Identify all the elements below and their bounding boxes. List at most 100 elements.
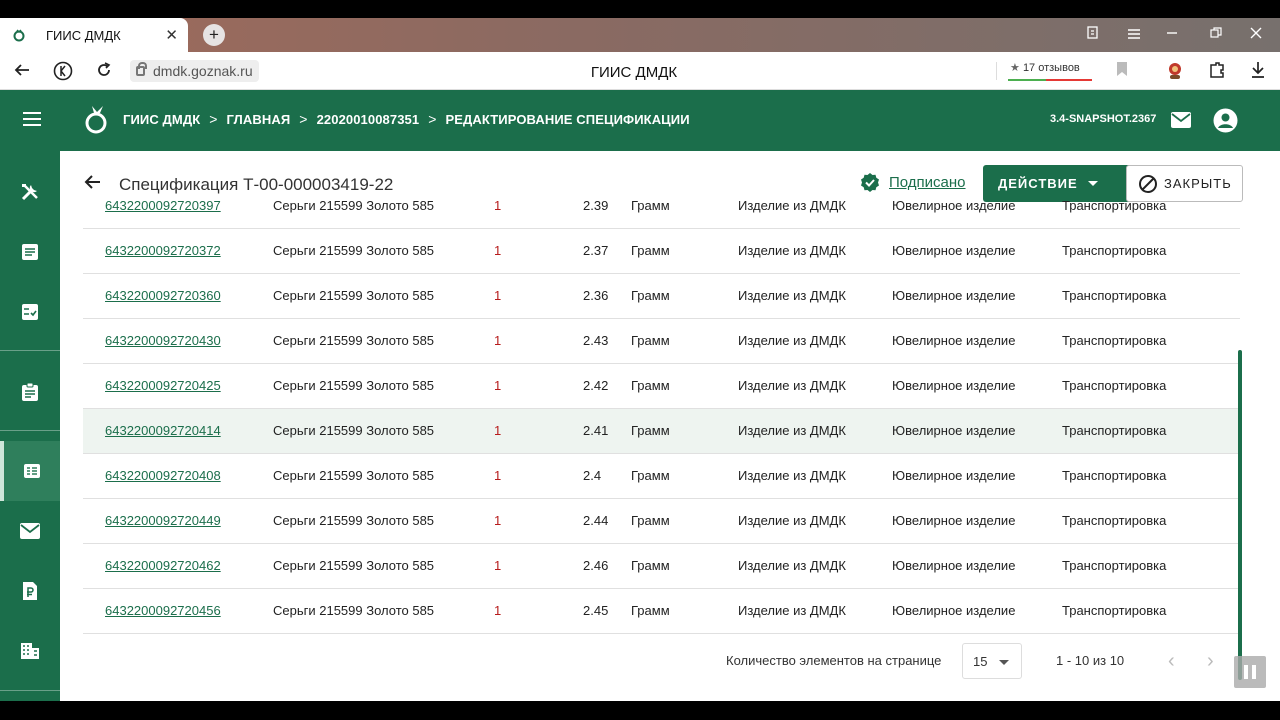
table-cell-code[interactable]: 6432200092720397 — [105, 196, 221, 228]
star-icon: ★ — [1010, 62, 1020, 74]
table-cell-type: Изделие из ДМДК — [738, 288, 846, 303]
mail-icon[interactable] — [1171, 112, 1191, 128]
sidebar-item-list[interactable] — [0, 222, 60, 282]
table-row[interactable]: 6432200092720449 Серьги 215599 Золото 585… — [83, 499, 1240, 544]
table-cell-code[interactable]: 6432200092720408 — [105, 454, 221, 498]
table-cell-unit: Грамм — [631, 468, 670, 483]
table-cell-unit: Грамм — [631, 513, 670, 528]
reload-icon[interactable] — [94, 61, 114, 81]
account-icon[interactable] — [1213, 108, 1238, 133]
table-cell-category: Ювелирное изделие — [892, 558, 1016, 573]
table-row[interactable]: 6432200092720425 Серьги 215599 Золото 585… — [83, 364, 1240, 409]
scrollbar[interactable] — [1238, 350, 1242, 680]
url-field[interactable]: dmdk.goznak.ru — [130, 60, 259, 82]
sidebar — [0, 151, 60, 701]
reviews-badge[interactable]: ★ 17 отзывов — [1008, 61, 1092, 81]
table-cell-code[interactable]: 6432200092720462 — [105, 544, 221, 588]
table-cell-quantity: 1 — [494, 333, 502, 348]
table-row[interactable]: 6432200092720408 Серьги 215599 Золото 585… — [83, 454, 1240, 499]
table-cell-category: Ювелирное изделие — [892, 603, 1016, 618]
table-cell-quantity: 1 — [494, 603, 502, 618]
table-cell-category: Ювелирное изделие — [892, 423, 1016, 438]
breadcrumb-item-home-app[interactable]: ГИИС ДМДК — [123, 112, 200, 127]
table-cell-weight: 2.45 — [583, 603, 609, 618]
table-cell-status: Транспортировка — [1062, 603, 1167, 618]
table-cell-weight: 2.36 — [583, 288, 609, 303]
screen-top-border — [0, 0, 1280, 18]
table-row[interactable]: 6432200092720462 Серьги 215599 Золото 585… — [83, 544, 1240, 589]
table-cell-code[interactable]: 6432200092720430 — [105, 319, 221, 363]
table-cell-code[interactable]: 6432200092720372 — [105, 229, 221, 273]
table-cell-type: Изделие из ДМДК — [738, 423, 846, 438]
extensions-icon[interactable] — [1207, 61, 1227, 81]
chevron-down-icon — [999, 660, 1009, 665]
new-tab-button[interactable]: + — [203, 24, 225, 46]
back-nav-icon[interactable] — [12, 61, 32, 81]
back-arrow-icon[interactable] — [84, 173, 102, 191]
table-cell-code[interactable]: 6432200092720449 — [105, 499, 221, 543]
yandex-icon[interactable] — [53, 61, 73, 81]
sidebar-divider — [0, 430, 60, 431]
breadcrumb-item-current: РЕДАКТИРОВАНИЕ СПЕЦИФИКАЦИИ — [445, 111, 690, 127]
previous-page-button[interactable]: ‹ — [1168, 650, 1175, 673]
pause-icon[interactable] — [1234, 656, 1266, 688]
table-cell-unit: Грамм — [631, 333, 670, 348]
sidebar-item-checklist[interactable] — [0, 282, 60, 342]
table-cell-weight: 2.43 — [583, 333, 609, 348]
tab-close-icon[interactable]: ✕ — [165, 26, 178, 44]
browser-tab[interactable]: ГИИС ДМДК ✕ — [0, 18, 188, 52]
table-cell-code[interactable]: 6432200092720414 — [105, 409, 221, 453]
breadcrumb: ГИИС ДМДК > ГЛАВНАЯ > 22020010087351 > Р… — [123, 111, 690, 127]
screen-bottom-border — [0, 701, 1280, 720]
breadcrumb-item-document[interactable]: 22020010087351 — [317, 112, 420, 127]
table-cell-weight: 2.41 — [583, 423, 609, 438]
chevron-down-icon — [1087, 181, 1098, 186]
table-row[interactable]: 6432200092720360 Серьги 215599 Золото 585… — [83, 274, 1240, 319]
minimize-icon[interactable] — [1162, 26, 1182, 42]
table-cell-code[interactable]: 6432200092720360 — [105, 274, 221, 318]
version-label: 3.4-SNAPSHOT.2367 — [1050, 113, 1157, 125]
table-row[interactable]: 6432200092720372 Серьги 215599 Золото 585… — [83, 229, 1240, 274]
table-row[interactable]: 6432200092720430 Серьги 215599 Золото 585… — [83, 319, 1240, 364]
hamburger-menu-icon[interactable] — [23, 112, 41, 126]
restore-icon[interactable] — [1206, 26, 1226, 42]
collections-icon[interactable] — [1083, 26, 1103, 43]
table-row[interactable]: 6432200092720397 Серьги 215599 Золото 585… — [83, 196, 1240, 229]
table-cell-name: Серьги 215599 Золото 585 — [273, 243, 435, 258]
table-cell-type: Изделие из ДМДК — [738, 243, 846, 258]
sidebar-item-payments[interactable] — [0, 561, 60, 621]
table-cell-code[interactable]: 6432200092720456 — [105, 589, 221, 633]
extension-avatar-icon[interactable] — [1165, 61, 1185, 81]
table-cell-category: Ювелирное изделие — [892, 333, 1016, 348]
sidebar-item-mail[interactable] — [0, 501, 60, 561]
table-row[interactable]: 6432200092720414 Серьги 215599 Золото 585… — [83, 409, 1240, 454]
bookmark-icon[interactable] — [1112, 61, 1132, 81]
url-text: dmdk.goznak.ru — [153, 63, 253, 79]
table-cell-name: Серьги 215599 Золото 585 — [273, 333, 435, 348]
table-cell-quantity: 1 — [494, 468, 502, 483]
sidebar-item-specifications[interactable] — [0, 441, 60, 501]
table-cell-code[interactable]: 6432200092720425 — [105, 364, 221, 408]
download-icon[interactable] — [1248, 61, 1268, 81]
table-cell-status: Транспортировка — [1062, 378, 1167, 393]
close-window-icon[interactable] — [1246, 26, 1266, 42]
sidebar-item-clipboard[interactable] — [0, 362, 60, 422]
table-row[interactable]: 6432200092720456 Серьги 215599 Золото 585… — [83, 589, 1240, 634]
table-cell-category: Ювелирное изделие — [892, 468, 1016, 483]
page-range-label: 1 - 10 из 10 — [1056, 653, 1125, 668]
sidebar-divider — [0, 350, 60, 351]
browser-menu-icon[interactable] — [1124, 26, 1144, 42]
table-cell-quantity: 1 — [494, 198, 502, 213]
dmdk-logo-icon — [85, 106, 107, 134]
sidebar-item-tools[interactable] — [0, 162, 60, 222]
next-page-button[interactable]: › — [1207, 650, 1214, 673]
paginator: Количество элементов на странице 15 1 - … — [60, 641, 1240, 681]
breadcrumb-item-main[interactable]: ГЛАВНАЯ — [227, 112, 291, 127]
page-size-select[interactable]: 15 — [962, 643, 1022, 679]
sidebar-item-organizations[interactable] — [0, 621, 60, 681]
table-cell-name: Серьги 215599 Золото 585 — [273, 378, 435, 393]
signed-status-link[interactable]: Подписано — [889, 174, 966, 191]
table-cell-category: Ювелирное изделие — [892, 288, 1016, 303]
table-cell-weight: 2.46 — [583, 558, 609, 573]
clipboard-icon — [22, 382, 38, 401]
